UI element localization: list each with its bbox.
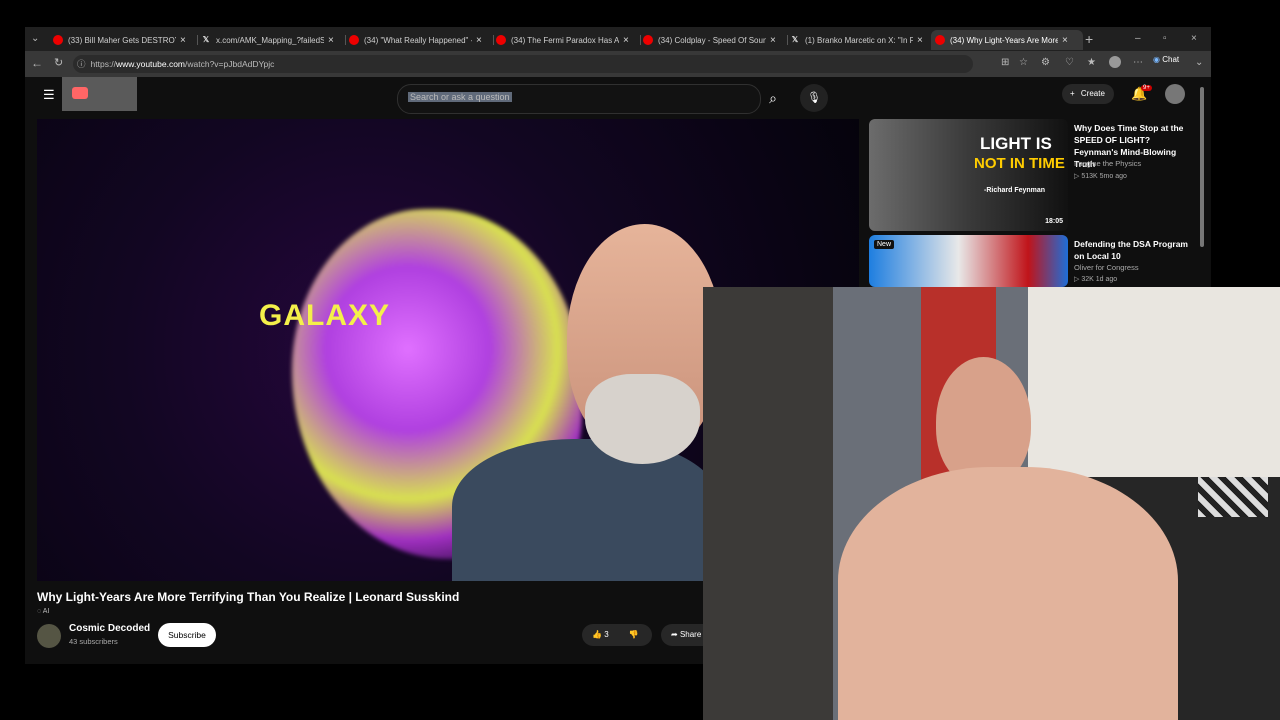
scrollbar[interactable] xyxy=(1200,87,1204,247)
recommended-channel[interactable]: Imagine the Physics xyxy=(1074,159,1141,168)
share-arrow-icon: ➦ xyxy=(671,630,678,639)
address-input[interactable]: ⓘ https://www.youtube.com/watch?v=pJbdAdD… xyxy=(73,55,973,73)
back-arrow-icon[interactable]: ← xyxy=(31,56,43,70)
copilot-icon: ◉ xyxy=(1153,55,1160,64)
close-tab-icon[interactable]: × xyxy=(770,35,776,46)
ai-icon: ◌ xyxy=(37,608,42,615)
x-icon: 𝕏 xyxy=(202,35,210,44)
tab-2[interactable]: 𝕏 x.com/AMK_Mapping_?failedScript × xyxy=(201,30,343,50)
minimize-icon[interactable]: – xyxy=(1135,33,1141,44)
new-badge: New xyxy=(874,240,895,249)
new-tab-plus-icon[interactable]: + xyxy=(1085,31,1093,47)
microphone-icon[interactable]: 🎙 xyxy=(800,84,828,112)
recommended-video-2[interactable]: New Defending the DSA Program on Local 1… xyxy=(869,235,1189,287)
recommended-meta: ▷ 513K 5mo ago xyxy=(1074,173,1127,180)
search-icon[interactable]: ⌕ xyxy=(759,84,787,112)
subscriber-count: 43 subscribers xyxy=(69,637,118,646)
close-tab-icon[interactable]: × xyxy=(476,35,482,46)
tab-1[interactable]: (33) Bill Maher Gets DESTROYED × xyxy=(53,30,195,50)
play-count-icon: ▷ xyxy=(1074,276,1080,283)
restore-icon[interactable]: ▫ xyxy=(1163,33,1167,44)
recommended-thumbnail[interactable]: New xyxy=(869,235,1068,287)
presenter-beard xyxy=(585,374,700,464)
webcam-wall-left xyxy=(703,287,833,720)
create-button[interactable]: + Create xyxy=(1062,84,1114,104)
chevron-down-icon[interactable]: ⌄ xyxy=(1195,57,1203,68)
search-box[interactable]: Search or ask a question xyxy=(397,84,761,114)
tab-7-active[interactable]: (34) Why Light-Years Are More Te × xyxy=(931,30,1083,50)
recommended-title[interactable]: Defending the DSA Program on Local 10 xyxy=(1074,238,1192,262)
tab-divider xyxy=(345,35,346,45)
close-tab-icon[interactable]: × xyxy=(917,35,923,46)
dislike-button[interactable]: 👎 xyxy=(629,630,639,639)
presenter-shirt xyxy=(452,439,722,581)
recommended-thumbnail[interactable]: LIGHT IS NOT IN TIME -Richard Feynman 18… xyxy=(869,119,1068,231)
tab-divider xyxy=(197,35,198,45)
address-bar-row: ← ↻ ⓘ https://www.youtube.com/watch?v=pJb… xyxy=(25,51,1211,77)
read-aloud-icon[interactable]: ⊞ xyxy=(1001,57,1009,68)
youtube-icon xyxy=(53,35,63,45)
ai-label: ◌ AI xyxy=(37,608,50,615)
tab-divider xyxy=(493,35,494,45)
favorite-star-icon[interactable]: ☆ xyxy=(1019,57,1028,68)
youtube-icon xyxy=(349,35,359,45)
close-tab-icon[interactable]: × xyxy=(623,35,629,46)
site-info-icon[interactable]: ⓘ xyxy=(77,59,86,69)
youtube-icon xyxy=(496,35,506,45)
tab-6[interactable]: 𝕏 (1) Branko Marcetic on X: "In Feb × xyxy=(790,30,932,50)
close-window-icon[interactable]: × xyxy=(1191,33,1197,44)
webcam-person-body xyxy=(838,467,1178,720)
tab-list-chevron-icon[interactable]: ⌄ xyxy=(31,33,39,44)
copilot-chat-button[interactable]: ◉ Chat xyxy=(1153,55,1179,64)
extensions-icon[interactable]: ⚙ xyxy=(1041,57,1050,68)
plus-icon: + xyxy=(1070,89,1075,98)
youtube-logo[interactable] xyxy=(62,77,137,111)
tab-divider xyxy=(787,35,788,45)
recommended-channel[interactable]: Oliver for Congress xyxy=(1074,263,1139,272)
recommended-video-1[interactable]: LIGHT IS NOT IN TIME -Richard Feynman 18… xyxy=(869,119,1189,231)
close-tab-icon[interactable]: × xyxy=(180,35,186,46)
channel-name[interactable]: Cosmic Decoded xyxy=(69,623,150,634)
more-menu-icon[interactable]: ⋯ xyxy=(1133,57,1143,68)
refresh-icon[interactable]: ↻ xyxy=(54,56,63,69)
thumbs-down-icon: 👎 xyxy=(628,630,639,639)
close-tab-icon[interactable]: × xyxy=(328,35,334,46)
duration-badge: 18:05 xyxy=(1045,218,1063,225)
like-dislike-group: 👍 3 👎 xyxy=(582,624,652,646)
youtube-icon xyxy=(643,35,653,45)
favorites-icon[interactable]: ★ xyxy=(1087,57,1096,68)
notification-count-badge: 9+ xyxy=(1141,85,1152,91)
video-overlay-text: GALAXY xyxy=(259,299,391,332)
youtube-icon xyxy=(935,35,945,45)
tab-5[interactable]: (34) Coldplay - Speed Of Sound ( × xyxy=(643,30,785,50)
like-button[interactable]: 👍 3 xyxy=(592,630,609,639)
thumbs-up-icon: 👍 xyxy=(592,630,602,639)
webcam-overlay xyxy=(703,287,1280,720)
profile-avatar[interactable] xyxy=(1109,56,1121,68)
subscribe-button[interactable]: Subscribe xyxy=(158,623,216,647)
play-count-icon: ▷ xyxy=(1074,173,1080,180)
tab-divider xyxy=(640,35,641,45)
youtube-play-logo-icon xyxy=(72,87,88,99)
tab-bar: ⌄ (33) Bill Maher Gets DESTROYED × 𝕏 x.c… xyxy=(25,27,1211,51)
search-input[interactable]: Search or ask a question xyxy=(408,92,512,102)
account-avatar[interactable] xyxy=(1165,84,1185,104)
tab-4[interactable]: (34) The Fermi Paradox Has A Dark × xyxy=(496,30,638,50)
video-title: Why Light-Years Are More Terrifying Than… xyxy=(37,590,460,604)
close-tab-icon[interactable]: × xyxy=(1062,35,1068,46)
channel-avatar[interactable] xyxy=(37,624,61,648)
recommended-meta: ▷ 32K 1d ago xyxy=(1074,276,1118,283)
tab-3[interactable]: (34) "What Really Happened" - Re × xyxy=(349,30,491,50)
x-icon: 𝕏 xyxy=(791,35,799,44)
hamburger-menu-icon[interactable]: ☰ xyxy=(43,87,55,103)
browser-essentials-icon[interactable]: ♡ xyxy=(1065,57,1074,68)
webcam-pillow xyxy=(1198,477,1268,517)
